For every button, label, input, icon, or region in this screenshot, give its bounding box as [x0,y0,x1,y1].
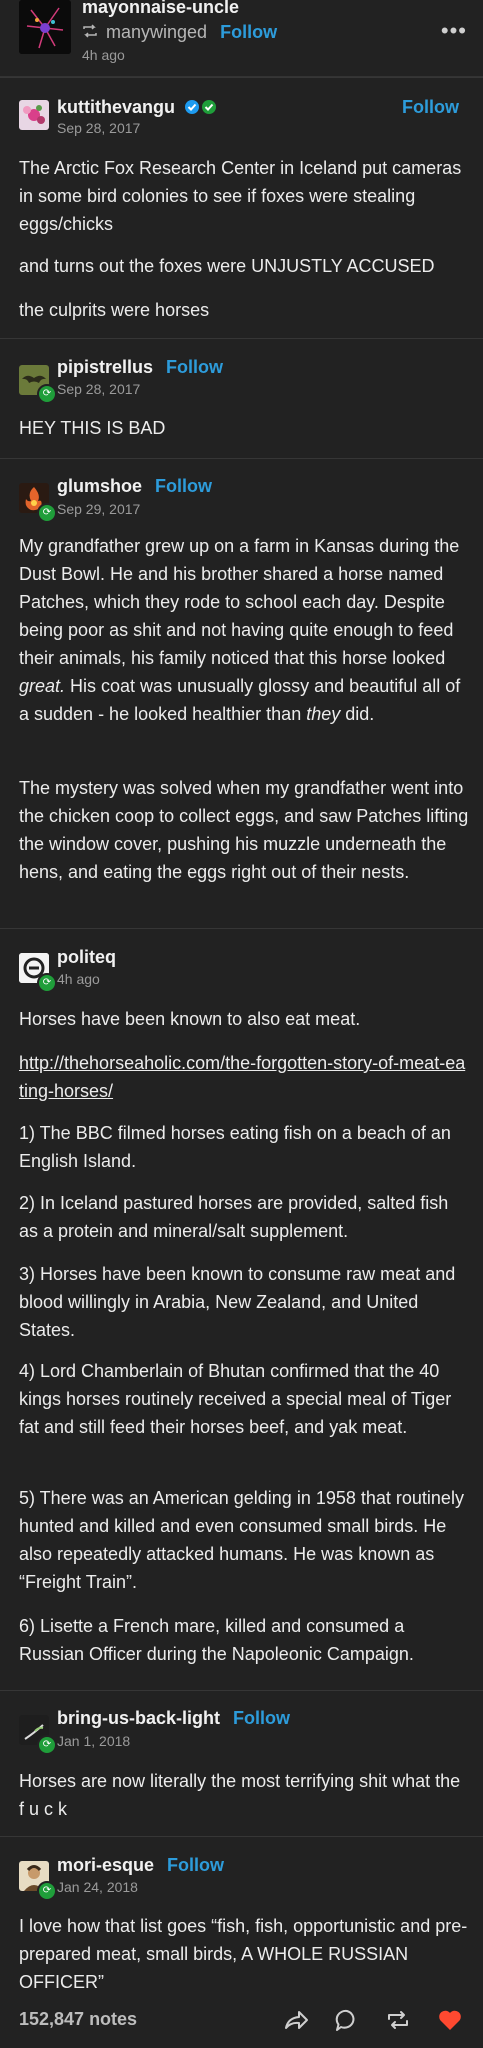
reblog-source-name[interactable]: manywinged [106,22,207,42]
post-date: Sep 28, 2017 [57,120,141,136]
like-icon[interactable] [436,2006,464,2034]
post-header: mayonnaise-uncle manywinged Follow 4h ag… [0,0,483,77]
reblog-action-icon[interactable] [384,2006,412,2034]
post-card: mayonnaise-uncle manywinged Follow 4h ag… [0,0,483,2048]
post-date: Jan 1, 2018 [57,1733,131,1749]
reblog-badge-icon: ⟳ [37,973,57,993]
list-item: 4) Lord Chamberlain of Bhutan confirmed … [19,1361,452,1437]
reblog-entry: ⟳ bring-us-back-light Follow Jan 1, 2018… [0,1690,483,1835]
post-paragraph: http://thehorseaholic.com/the-forgotten-… [19,1049,469,1105]
blog-name[interactable]: mayonnaise-uncle [82,0,239,18]
reblog-entry: ⟳ glumshoe Follow Sep 29, 2017 My grandf… [0,458,483,917]
post-date: 4h ago [57,971,100,987]
list-item: 3) Horses have been known to consume raw… [19,1264,456,1340]
follow-button[interactable]: Follow [166,357,223,377]
follow-button[interactable]: Follow [233,1708,290,1728]
reblog-entry: ⟳ pipistrellus Follow Sep 28, 2017 HEY T… [0,338,483,459]
post-paragraph: My grandfather grew up on a farm in Kans… [19,532,469,728]
verified-icon [185,100,217,114]
post-paragraph: the culprits were horses [19,300,210,320]
reblog-source: manywinged Follow [82,22,277,43]
share-icon[interactable] [282,2006,310,2034]
list-item: 6) Lisette a French mare, killed and con… [19,1616,414,1664]
username[interactable]: bring-us-back-light [57,1708,220,1728]
paragraph-text: did. [340,704,375,724]
reblog-badge-icon: ⟳ [37,503,57,523]
reblog-icon [83,24,97,38]
post-paragraph: I love how that list goes “fish, fish, o… [19,1916,468,1992]
paragraph-text: My grandfather grew up on a farm in Kans… [19,536,460,668]
username[interactable]: mori-esque [57,1855,154,1875]
reblog-entry: ⟳ mori-esque Follow Jan 24, 2018 I love … [0,1836,483,1992]
reblog-badge-icon: ⟳ [37,1735,57,1755]
reblog-username: kuttithevangu [57,97,218,118]
username[interactable]: politeq [57,947,116,967]
follow-button[interactable]: Follow [220,22,277,42]
reblog-entry: ⟳ politeq 4h ago Horses have been known … [0,928,483,1681]
list-item: 5) There was an American gelding in 1958… [19,1488,464,1592]
post-paragraph: Horses have been known to also eat meat. [19,1009,361,1029]
reblog-entry: kuttithevangu Follow Sep 28, 2017 The Ar… [0,77,483,328]
username[interactable]: pipistrellus [57,357,153,377]
reblog-badge-icon: ⟳ [37,384,57,404]
notes-count[interactable]: 152,847 notes [19,2009,137,2030]
post-date: Sep 28, 2017 [57,381,141,397]
list-item: 1) The BBC filmed horses eating fish on … [19,1123,451,1171]
post-time: 4h ago [82,47,125,63]
reply-icon[interactable] [333,2006,361,2034]
flower-avatar-icon [19,100,49,130]
follow-button[interactable]: Follow [167,1855,224,1875]
emphasis-text: great. [19,676,66,696]
reblog-badge-icon: ⟳ [37,1881,57,1901]
reblog-username: mori-esque Follow [57,1855,224,1876]
reblog-username: pipistrellus Follow [57,357,223,378]
post-paragraph: Horses are now literally the most terrif… [19,1771,461,1819]
follow-button[interactable]: Follow [402,97,459,118]
reblog-username: politeq [57,947,116,968]
post-footer: 152,847 notes [0,1990,483,2048]
avatar[interactable] [19,100,49,130]
post-date: Sep 29, 2017 [57,501,141,517]
username[interactable]: glumshoe [57,476,142,496]
post-paragraph: The mystery was solved when my grandfath… [19,778,469,882]
post-paragraph: HEY THIS IS BAD [19,418,166,438]
list-item: 2) In Iceland pastured horses are provid… [19,1193,449,1241]
external-link[interactable]: http://thehorseaholic.com/the-forgotten-… [19,1053,465,1101]
paragraph-text: His coat was unusually glossy and beauti… [19,676,461,724]
reblog-username: glumshoe Follow [57,476,212,497]
emphasis-text: they [306,704,341,724]
avatar[interactable] [19,0,71,54]
username[interactable]: kuttithevangu [57,97,175,117]
post-paragraph: and turns out the foxes were UNJUSTLY AC… [19,256,435,276]
reblog-username: bring-us-back-light Follow [57,1708,290,1729]
more-icon[interactable]: ••• [441,18,467,44]
follow-button[interactable]: Follow [155,476,212,496]
avatar-art-icon [19,0,71,54]
post-date: Jan 24, 2018 [57,1879,138,1895]
post-paragraph: The Arctic Fox Research Center in Icelan… [19,158,462,234]
